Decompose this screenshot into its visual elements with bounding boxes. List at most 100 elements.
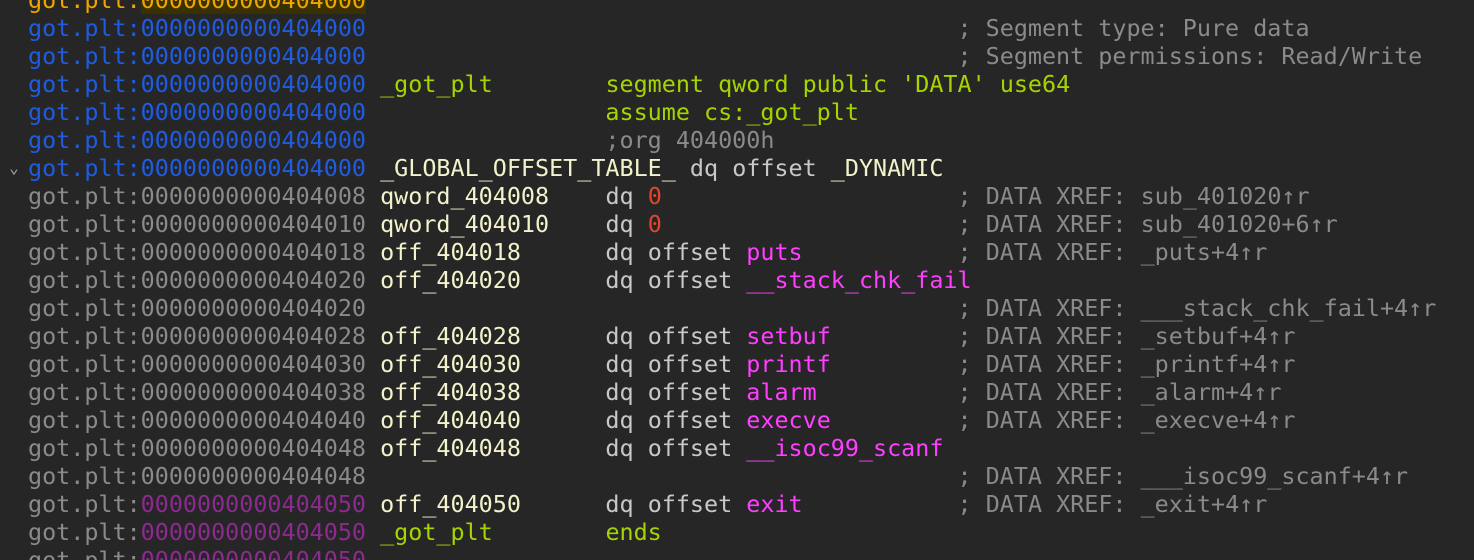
gutter [0,0,28,14]
label[interactable]: off_404028 [380,322,521,350]
line-text: got.plt:0000000000404000 _GLOBAL_OFFSET_… [28,154,943,182]
label[interactable]: off_404018 [380,238,521,266]
line-text: got.plt:0000000000404048 off_404048 dq o… [28,434,943,462]
listing-line[interactable]: got.plt:0000000000404000 assume cs:_got_… [0,98,1474,126]
listing-line[interactable]: got.plt:0000000000404050 [0,546,1474,560]
mnemonic: dq [605,266,634,294]
operand: offset [647,490,733,518]
listing-line[interactable]: got.plt:0000000000404048 off_404048 dq o… [0,434,1474,462]
operand: offset [647,266,733,294]
listing-line[interactable]: got.plt:0000000000404000 ; Segment type:… [0,14,1474,42]
listing-line[interactable]: got.plt:0000000000404000 [0,0,1474,14]
gutter [0,462,28,490]
address: 0000000000404010 [140,210,366,238]
label[interactable]: off_404020 [380,266,521,294]
gutter [0,70,28,98]
listing-line[interactable]: got.plt:0000000000404000 _got_plt segmen… [0,70,1474,98]
segment-name: got.plt: [28,434,141,462]
listing-line[interactable]: got.plt:0000000000404018 off_404018 dq o… [0,238,1474,266]
address: 0000000000404050 [140,518,366,546]
operand: offset [647,406,733,434]
label[interactable]: _GLOBAL_OFFSET_TABLE_ [380,154,676,182]
line-text: got.plt:0000000000404040 off_404040 dq o… [28,406,1296,434]
segment-name: got.plt: [28,182,141,210]
segment-name: got.plt: [28,14,141,42]
extern-symbol[interactable]: printf [746,350,831,378]
extern-symbol[interactable]: setbuf [746,322,831,350]
label[interactable]: _got_plt [380,70,493,98]
listing-line[interactable]: got.plt:0000000000404010 qword_404010 dq… [0,210,1474,238]
xref-comment: ; Segment type: Pure data [957,14,1310,42]
address: 0000000000404048 [140,434,366,462]
mnemonic: dq [605,182,634,210]
segment-name: got.plt: [28,266,141,294]
listing-line[interactable]: got.plt:0000000000404020 off_404020 dq o… [0,266,1474,294]
listing-line[interactable]: got.plt:0000000000404028 off_404028 dq o… [0,322,1474,350]
xref-comment: ; DATA XREF: _exit+4↑r [957,490,1268,518]
operand: offset [647,350,733,378]
extern-symbol[interactable]: exit [746,490,802,518]
line-text: got.plt:0000000000404000 [28,0,605,14]
segment-name: got.plt: [28,210,141,238]
segment-name: got.plt: [28,322,141,350]
listing-line[interactable]: got.plt:0000000000404048 ; DATA XREF: __… [0,462,1474,490]
address: 0000000000404048 [140,462,366,490]
listing-line[interactable]: got.plt:0000000000404040 off_404040 dq o… [0,406,1474,434]
extern-symbol[interactable]: __isoc99_scanf [746,434,943,462]
mnemonic: assume [605,98,690,126]
label[interactable]: off_404048 [380,434,521,462]
line-text: got.plt:0000000000404050 [28,546,605,560]
segment-name: got.plt: [28,42,141,70]
address: 0000000000404028 [140,322,366,350]
extern-symbol[interactable]: __stack_chk_fail [746,266,971,294]
label[interactable]: off_404040 [380,406,521,434]
listing-line[interactable]: got.plt:0000000000404008 qword_404008 dq… [0,182,1474,210]
gutter [0,126,28,154]
line-text: got.plt:0000000000404038 off_404038 dq o… [28,378,1281,406]
label-dynamic[interactable]: _DYNAMIC [831,154,944,182]
line-text: got.plt:0000000000404000 _got_plt segmen… [28,70,1070,98]
listing-line[interactable]: got.plt:0000000000404030 off_404030 dq o… [0,350,1474,378]
mnemonic: dq [605,378,634,406]
segment-name: got.plt: [28,518,141,546]
line-text: got.plt:0000000000404028 off_404028 dq o… [28,322,1296,350]
label[interactable]: off_404030 [380,350,521,378]
address: 0000000000404030 [140,350,366,378]
xref-comment: ; DATA XREF: ___isoc99_scanf+4↑r [957,462,1409,490]
label[interactable]: qword_404008 [380,182,549,210]
gutter [0,518,28,546]
operand: offset [647,434,733,462]
gutter [0,266,28,294]
extern-symbol[interactable]: execve [746,406,831,434]
operand: offset [647,238,733,266]
address: 0000000000404050 [140,546,366,560]
segment-name: got.plt: [28,462,141,490]
listing-line[interactable]: got.plt:0000000000404020 ; DATA XREF: __… [0,294,1474,322]
segment-name: got.plt: [28,294,141,322]
operand: offset [732,154,817,182]
xref-comment: ; DATA XREF: sub_401020+6↑r [957,210,1338,238]
listing-line[interactable]: got.plt:0000000000404050 off_404050 dq o… [0,490,1474,518]
listing-line[interactable]: got.plt:0000000000404000 ;org 404000h [0,126,1474,154]
label[interactable]: qword_404010 [380,210,549,238]
gutter [0,490,28,518]
disassembly-view[interactable]: got.plt:0000000000404000 got.plt:0000000… [0,0,1474,560]
address: 0000000000404000 [140,154,366,182]
address: 0000000000404008 [140,182,366,210]
line-text: got.plt:0000000000404050 _got_plt ends [28,518,676,546]
extern-symbol[interactable]: alarm [746,378,816,406]
segment-name: got.plt: [28,0,141,14]
collapse-chevron-icon[interactable]: ⌄ [0,154,28,182]
gutter [0,210,28,238]
listing-line[interactable]: got.plt:0000000000404000 ; Segment permi… [0,42,1474,70]
listing-line[interactable]: got.plt:0000000000404038 off_404038 dq o… [0,378,1474,406]
label[interactable]: _got_plt [380,518,493,546]
listing-line[interactable]: got.plt:0000000000404050 _got_plt ends [0,518,1474,546]
label[interactable]: off_404050 [380,490,521,518]
listing-line[interactable]: ⌄ got.plt:0000000000404000 _GLOBAL_OFFSET… [0,154,1474,182]
segment-name: got.plt: [28,406,141,434]
segment-name: got.plt: [28,70,141,98]
extern-symbol[interactable]: puts [746,238,802,266]
label[interactable]: off_404038 [380,378,521,406]
address: 0000000000404000 [140,70,366,98]
